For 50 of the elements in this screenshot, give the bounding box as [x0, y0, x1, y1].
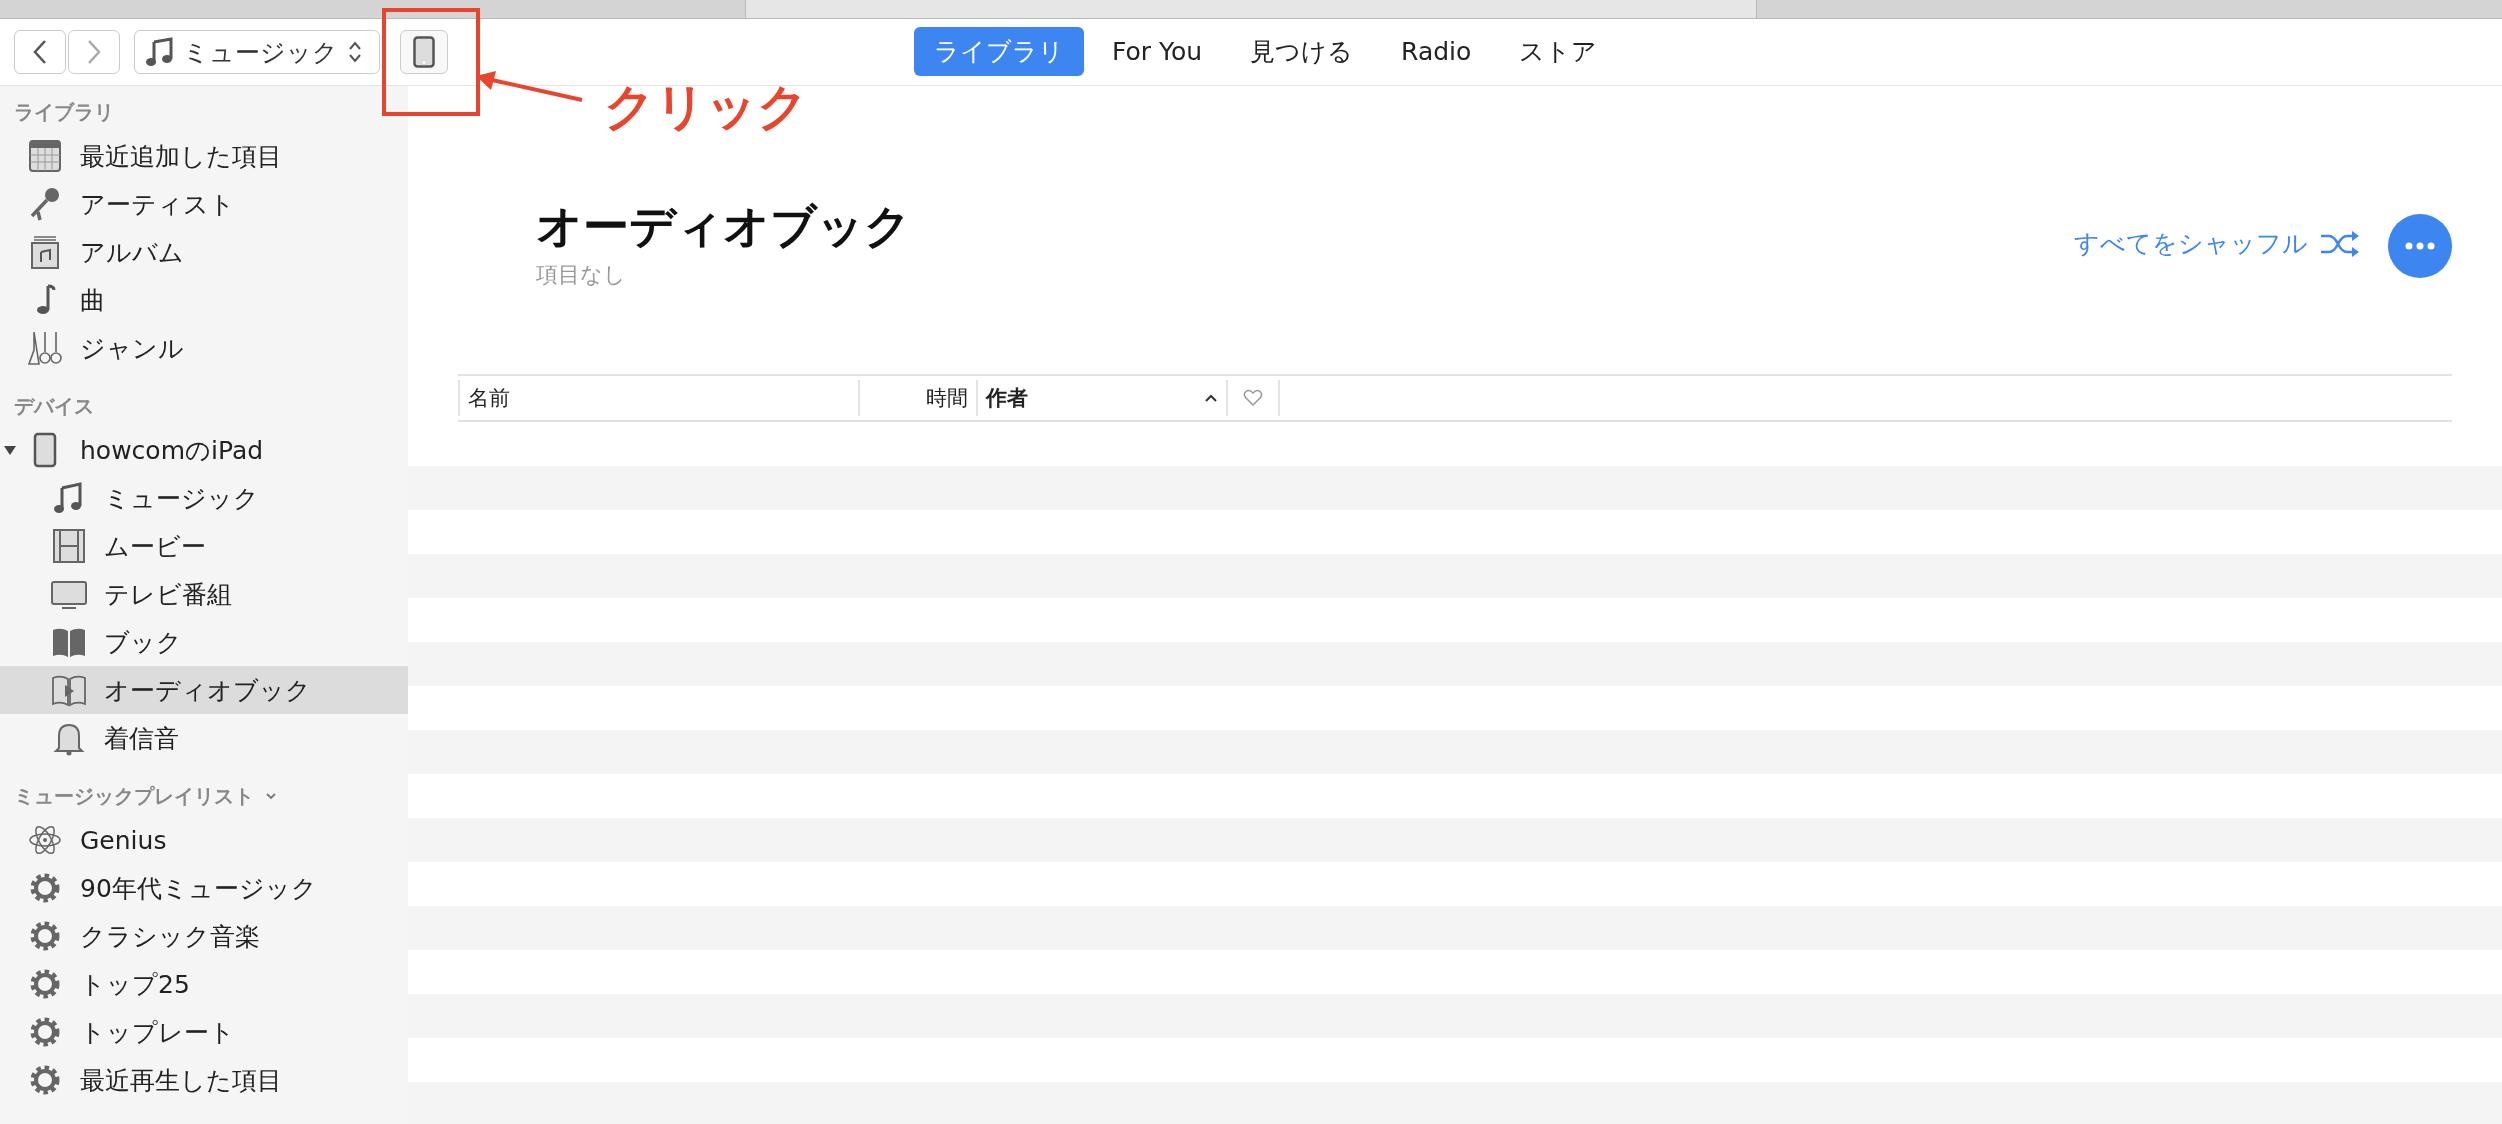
- guitars-icon: [26, 330, 64, 366]
- music-note-icon: [145, 37, 173, 67]
- chevron-left-icon: [32, 39, 48, 65]
- item-count: 項目なし: [536, 261, 627, 289]
- chevron-down-icon[interactable]: [264, 791, 278, 801]
- sidebar-item[interactable]: アルバム: [0, 228, 408, 276]
- sidebar-item[interactable]: オーディオブック: [0, 666, 408, 714]
- chevron-right-icon: [86, 39, 102, 65]
- sidebar-item[interactable]: トップ25: [0, 960, 408, 1008]
- sidebar-item[interactable]: ブック: [0, 618, 408, 666]
- shuffle-icon: [2320, 230, 2360, 257]
- sidebar-item[interactable]: ムービー: [0, 522, 408, 570]
- sidebar-item[interactable]: 90年代ミュージック: [0, 864, 408, 912]
- sidebar-item[interactable]: Genius: [0, 816, 408, 864]
- film-icon: [50, 528, 88, 564]
- annotation-text: クリック: [604, 77, 808, 138]
- nav-tab[interactable]: ライブラリ: [914, 27, 1084, 76]
- nav-tab[interactable]: Radio: [1381, 27, 1492, 76]
- sidebar-item[interactable]: 曲: [0, 276, 408, 324]
- sidebar-item[interactable]: 最近追加した項目: [0, 132, 408, 180]
- tablet-icon: [413, 36, 435, 68]
- sidebar-item[interactable]: クラシック音楽: [0, 912, 408, 960]
- column-header[interactable]: 時間: [858, 380, 976, 416]
- section-header: ミュージックプレイリスト: [14, 782, 254, 810]
- section-header: ライブラリ: [14, 98, 114, 126]
- page-title: オーディオブック: [536, 198, 912, 255]
- grid-icon: [26, 138, 64, 174]
- section-header: デバイス: [14, 392, 94, 420]
- sidebar-item[interactable]: アーティスト: [0, 180, 408, 228]
- nav-tab[interactable]: For You: [1092, 27, 1223, 76]
- up-down-chevron-icon: [348, 40, 362, 64]
- shuffle-all-button[interactable]: すべてをシャッフル: [2068, 226, 2366, 261]
- sidebar-item[interactable]: 着信音: [0, 714, 408, 762]
- source-picker[interactable]: ミュージック: [134, 30, 380, 74]
- ellipsis-icon: [2405, 242, 2435, 250]
- device-button[interactable]: [400, 30, 448, 74]
- nav-tab[interactable]: 見つける: [1230, 27, 1374, 76]
- sidebar-item[interactable]: ジャンル: [0, 324, 408, 372]
- sort-ascending-icon: [1204, 393, 1218, 403]
- sidebar-item[interactable]: テレビ番組: [0, 570, 408, 618]
- back-button[interactable]: [14, 30, 66, 74]
- sidebar-item[interactable]: howcomのiPad: [0, 426, 408, 474]
- sidebar-item[interactable]: ミュージック: [0, 474, 408, 522]
- column-header[interactable]: 作者: [976, 380, 1226, 416]
- heart-icon[interactable]: [1243, 389, 1263, 407]
- sidebar-item[interactable]: 最近再生した項目: [0, 1056, 408, 1104]
- nav-tab[interactable]: ストア: [1499, 27, 1618, 76]
- sidebar-item[interactable]: トップレート: [0, 1008, 408, 1056]
- column-header[interactable]: 名前: [458, 380, 858, 416]
- disclosure-triangle-icon[interactable]: [3, 443, 17, 457]
